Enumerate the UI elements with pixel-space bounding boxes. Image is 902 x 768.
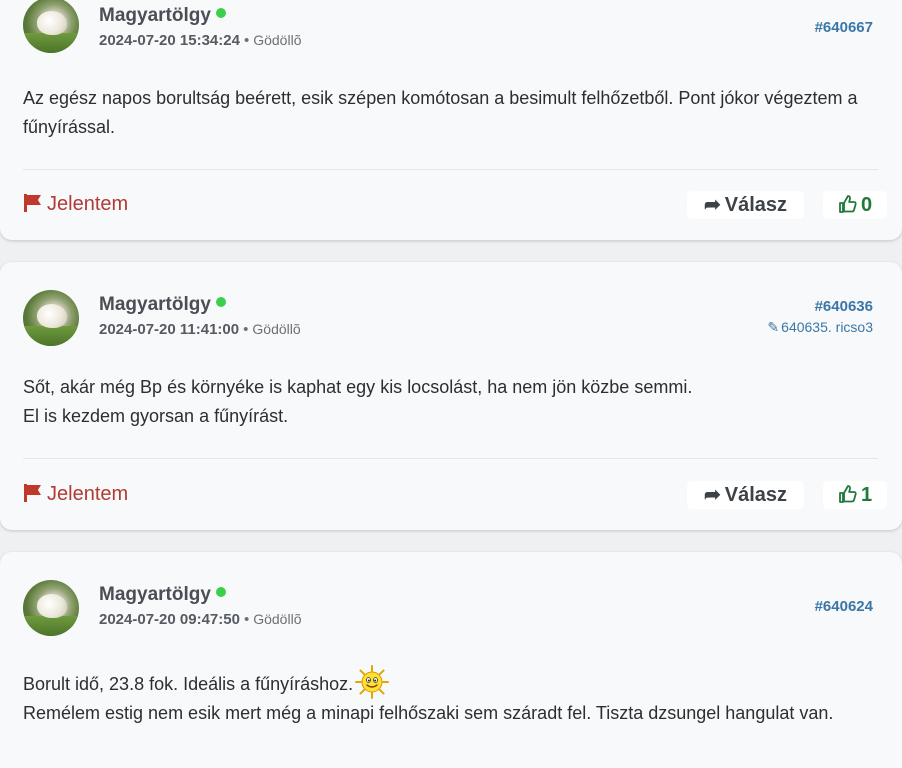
avatar-grass: [23, 616, 79, 636]
comment-feed: Magyartölgy 2024-07-20 15:34:24 • Gödöllõ …: [0, 0, 902, 768]
comment-card: Magyartölgy 2024-07-20 15:34:24 • Gödöllõ …: [0, 0, 902, 240]
reply-reference-text: 640635. ricso3: [781, 319, 873, 335]
comment-paragraph: El is kezdem gyorsan a fűnyírást.: [23, 406, 289, 426]
post-timestamp: 2024-07-20 11:41:00: [99, 321, 240, 338]
author-name[interactable]: Magyartölgy: [99, 294, 226, 316]
card-divider: [23, 458, 878, 459]
comment-paragraph: Borult idő, 23.8 fok. Ideális a fűnyírás…: [23, 665, 878, 699]
author-name-text[interactable]: Magyartölgy: [99, 584, 211, 605]
avatar[interactable]: [23, 580, 79, 636]
post-id-link[interactable]: #640667: [815, 19, 873, 36]
reply-reference-link[interactable]: ✎ 640635. ricso3: [767, 319, 873, 336]
comment-paragraph-text: Borult idő, 23.8 fok. Ideális a fűnyírás…: [23, 674, 354, 694]
avatar[interactable]: [23, 290, 79, 346]
report-label: Jelentem: [47, 193, 129, 215]
report-label: Jelentem: [47, 483, 129, 505]
report-button[interactable]: Jelentem: [24, 483, 128, 506]
reply-label: Válasz: [724, 484, 788, 506]
meta-separator: •: [243, 611, 250, 628]
online-status-dot: [215, 587, 226, 597]
avatar-dog: [37, 594, 67, 618]
post-meta: 2024-07-20 09:47:50 • Gödöllõ: [99, 611, 301, 628]
comment-paragraph: Remélem estig nem esik mert még a minapi…: [23, 703, 834, 723]
post-location: Gödöllõ: [252, 321, 301, 337]
thumbs-up-icon: [839, 195, 857, 213]
author-name-text[interactable]: Magyartölgy: [99, 5, 211, 26]
meta-separator: •: [243, 321, 249, 338]
reply-label: Válasz: [724, 194, 788, 216]
comment-body: Az egész napos borultság beérett, esik s…: [23, 84, 878, 142]
flag-icon: [24, 194, 42, 212]
reply-button[interactable]: ➦ Válasz: [687, 191, 804, 219]
avatar-grass: [23, 326, 79, 346]
post-id-link[interactable]: #640636: [815, 298, 873, 315]
comment-paragraph: Az egész napos borultság beérett, esik s…: [23, 88, 858, 137]
author-name[interactable]: Magyartölgy: [99, 5, 226, 27]
flag-icon: [24, 484, 42, 502]
thumbs-up-icon: [839, 485, 857, 503]
comment-paragraph: Sőt, akár még Bp és környéke is kaphat e…: [23, 377, 693, 397]
like-button[interactable]: 0: [823, 191, 887, 219]
avatar-grass: [23, 33, 79, 53]
online-status-dot: [215, 8, 226, 18]
meta-separator: •: [243, 32, 250, 49]
post-timestamp: 2024-07-20 15:34:24: [99, 32, 240, 49]
paperclip-icon: ✎: [767, 319, 780, 335]
share-arrow-icon: ➦: [703, 484, 721, 506]
post-timestamp: 2024-07-20 09:47:50: [99, 611, 240, 628]
like-button[interactable]: 1: [823, 481, 887, 509]
avatar-dog: [37, 11, 67, 35]
like-count: 1: [860, 484, 873, 506]
online-status-dot: [215, 297, 226, 307]
post-location: Gödöllõ: [253, 611, 302, 627]
comment-body: Sőt, akár még Bp és környéke is kaphat e…: [23, 373, 878, 431]
post-meta: 2024-07-20 15:34:24 • Gödöllõ: [99, 32, 301, 49]
post-meta: 2024-07-20 11:41:00 • Gödöllõ: [99, 321, 301, 338]
report-button[interactable]: Jelentem: [24, 193, 128, 216]
post-id-link[interactable]: #640624: [815, 598, 873, 615]
comment-body: Borult idő, 23.8 fok. Ideális a fűnyírás…: [23, 665, 878, 728]
avatar[interactable]: [23, 0, 79, 53]
post-location: Gödöllõ: [253, 32, 302, 48]
comment-card: Magyartölgy 2024-07-20 11:41:00 • Gödöllõ …: [0, 262, 902, 530]
avatar-dog: [37, 304, 67, 328]
comment-card: Magyartölgy 2024-07-20 09:47:50 • Gödöllõ …: [0, 552, 902, 768]
card-divider: [23, 169, 878, 170]
share-arrow-icon: ➦: [703, 194, 721, 216]
author-name-text[interactable]: Magyartölgy: [99, 294, 211, 315]
like-count: 0: [860, 194, 873, 216]
author-name[interactable]: Magyartölgy: [99, 584, 226, 606]
sun-smiley-icon: [355, 665, 390, 699]
reply-button[interactable]: ➦ Válasz: [687, 481, 804, 509]
